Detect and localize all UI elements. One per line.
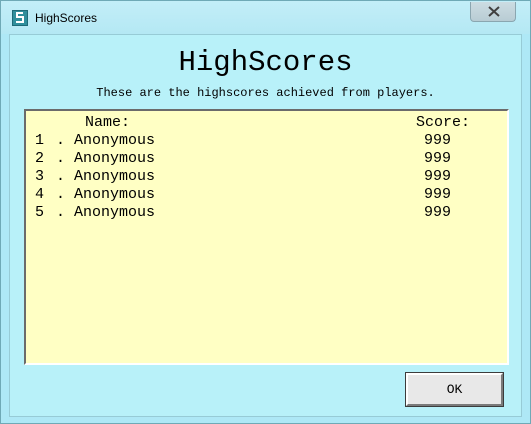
player-name: Anonymous <box>74 150 156 167</box>
dialog-heading: HighScores <box>178 46 353 79</box>
dialog-body: HighScores These are the highscores achi… <box>9 34 522 417</box>
rank-separator: . <box>56 204 66 221</box>
rank: 4 <box>35 186 45 203</box>
score-row: 2 . Anonymous 999 <box>35 150 505 168</box>
score-row: 4 . Anonymous 999 <box>35 186 505 204</box>
player-score: 999 <box>424 186 452 203</box>
rank: 3 <box>35 168 45 185</box>
rank: 1 <box>35 132 45 149</box>
player-name: Anonymous <box>74 132 156 149</box>
ok-button[interactable]: OK <box>405 372 504 407</box>
rank-separator: . <box>56 186 66 203</box>
player-name: Anonymous <box>74 168 156 185</box>
scores-list: Name: Score: 1 . Anonymous 999 2 . Anony… <box>24 109 509 365</box>
highscores-window: HighScores HighScores These are the high… <box>0 0 531 424</box>
player-name: Anonymous <box>74 204 156 221</box>
close-icon <box>488 6 500 17</box>
player-score: 999 <box>424 150 452 167</box>
dialog-subheading: These are the highscores achieved from p… <box>96 86 435 100</box>
player-score: 999 <box>424 168 452 185</box>
close-button[interactable] <box>470 2 516 22</box>
rank: 5 <box>35 204 45 221</box>
player-score: 999 <box>424 204 452 221</box>
rank: 2 <box>35 150 45 167</box>
rank-separator: . <box>56 150 66 167</box>
name-column-header: Name: <box>85 114 131 131</box>
snake-app-icon <box>12 10 28 26</box>
window-title: HighScores <box>35 11 98 25</box>
score-row: 1 . Anonymous 999 <box>35 132 505 150</box>
player-name: Anonymous <box>74 186 156 203</box>
title-bar[interactable]: HighScores <box>1 1 530 34</box>
rank-separator: . <box>56 168 66 185</box>
score-column-header: Score: <box>416 114 471 131</box>
score-row: 5 . Anonymous 999 <box>35 204 505 222</box>
score-row: 3 . Anonymous 999 <box>35 168 505 186</box>
rank-separator: . <box>56 132 66 149</box>
player-score: 999 <box>424 132 452 149</box>
